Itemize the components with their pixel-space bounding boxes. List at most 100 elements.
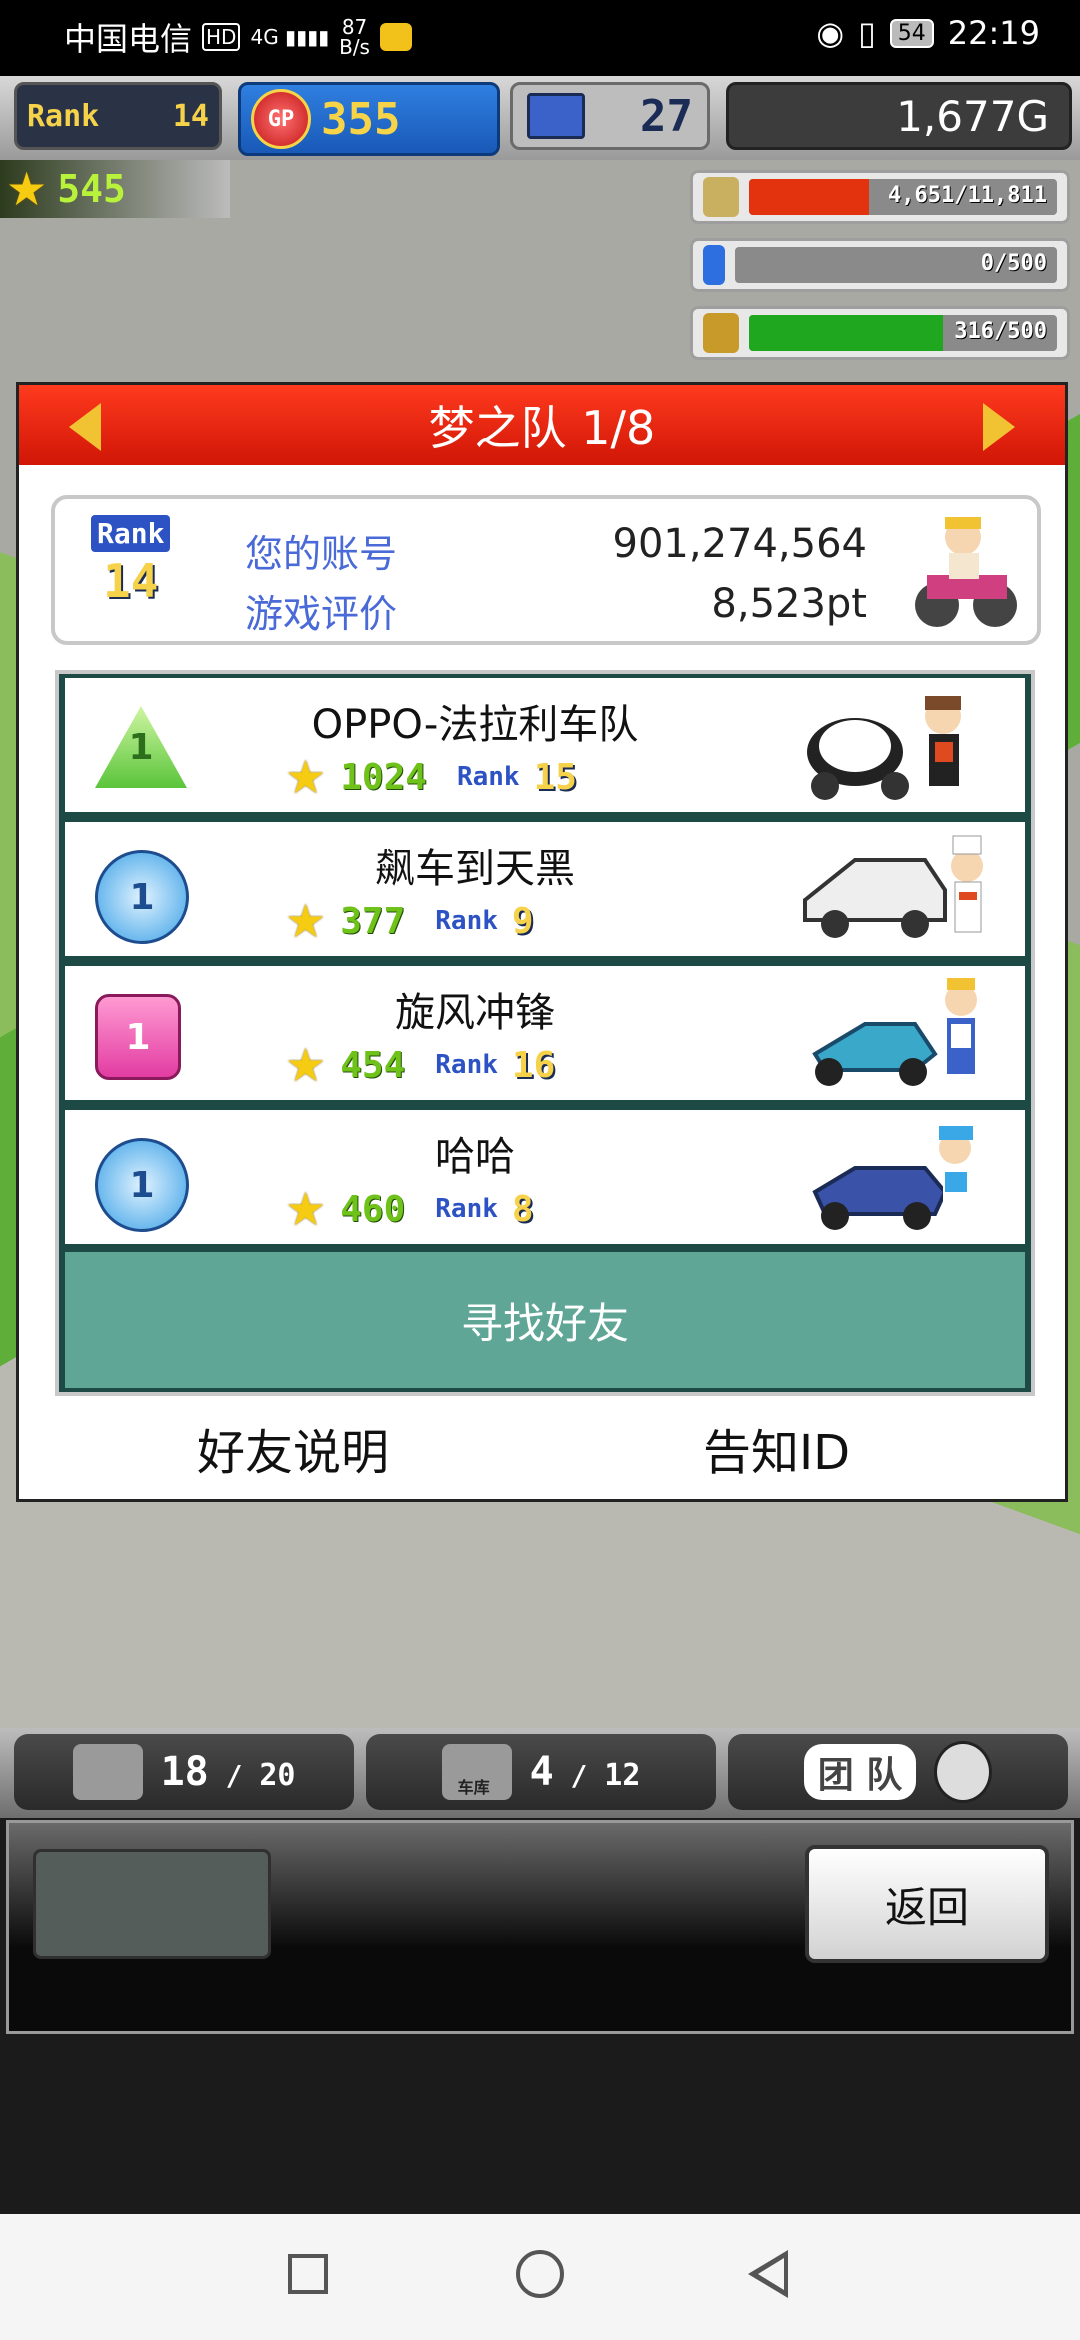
find-friend-button[interactable]: 寻找好友	[65, 1252, 1025, 1388]
home-icon[interactable]	[516, 2250, 564, 2298]
wheat-icon	[703, 313, 739, 353]
resource-coins: 4,651/11,811	[690, 170, 1070, 224]
gp-icon: GP	[251, 89, 311, 149]
money-value: 1,677G	[896, 91, 1049, 141]
stars-value: 545	[57, 167, 126, 211]
team-dialog: 梦之队 1/8 Rank 14 您的账号 901,274,564 游戏评价 8,…	[16, 382, 1068, 1502]
friend-row[interactable]: 1 旋风冲锋 ★ 454 Rank 16	[65, 966, 1025, 1100]
rating-value: 8,523pt	[711, 581, 867, 627]
friend-badge-icon: 1	[95, 706, 187, 788]
account-id-label: 您的账号	[245, 532, 398, 576]
bottom-panel: 返回	[6, 1820, 1074, 2034]
resource-bar: 4,651/11,811	[749, 179, 1057, 215]
account-rank-label: Rank	[91, 515, 171, 552]
friend-row[interactable]: 1 OPPO-法拉利车队 ★ 1024 Rank 15	[65, 678, 1025, 812]
next-page-arrow-icon[interactable]	[983, 403, 1015, 451]
system-nav-bar	[0, 2214, 1080, 2340]
team-label: 团 队	[803, 1744, 917, 1800]
crate-icon	[72, 1744, 143, 1800]
friend-badge-icon: 1	[95, 850, 189, 944]
vibrate-icon: ▯	[858, 14, 876, 52]
status-bar: 中国电信 HD 4G ▮▮▮▮ 87 B/s ◉ ▯ 54 22:19	[0, 0, 1080, 76]
account-rank: Rank 14	[91, 515, 171, 608]
resource-wheat: 316/500	[690, 306, 1070, 360]
resource-fuel: 0/500	[690, 238, 1070, 292]
friend-stats: ★ 454 Rank 16	[285, 1042, 555, 1088]
computer-counter[interactable]: 27	[510, 82, 710, 150]
dialog-title: 梦之队 1/8	[428, 401, 656, 455]
resource-fill	[749, 315, 944, 351]
gp-value: 355	[321, 93, 401, 145]
friend-stats: ★ 460 Rank 8	[285, 1186, 534, 1232]
clock: 22:19	[947, 14, 1040, 52]
tab-team[interactable]: 团 队	[728, 1734, 1068, 1810]
star-icon: ★	[285, 1038, 327, 1092]
garage-max-value: 20	[259, 1758, 296, 1793]
friend-row[interactable]: 1 哈哈 ★ 460 Rank 8	[65, 1110, 1025, 1244]
signal-label: 4G	[250, 25, 279, 49]
friend-rank: 15	[533, 756, 577, 798]
player-avatar-icon	[915, 517, 1017, 627]
fuel-bottle-icon	[703, 245, 725, 285]
car-count-value: 4	[529, 1749, 554, 1795]
coin-stack-icon	[703, 177, 739, 217]
account-card: Rank 14 您的账号 901,274,564 游戏评价 8,523pt	[51, 495, 1041, 645]
friend-stats: ★ 377 Rank 9	[285, 898, 534, 944]
back-button[interactable]: 返回	[805, 1845, 1049, 1963]
player-rank[interactable]: Rank 14	[14, 82, 222, 150]
white-sedan-icon	[803, 835, 983, 938]
tab-garage-slots[interactable]: 18 / 20	[14, 1734, 354, 1810]
signal-icon: 4G ▮▮▮▮	[250, 25, 330, 49]
friend-rank: 9	[511, 900, 534, 942]
rating-label: 游戏评价	[245, 592, 398, 636]
car-garage-caption: 车库	[457, 1778, 490, 1797]
resource-text: 316/500	[954, 319, 1047, 344]
dialog-footer: 好友说明 告知ID	[19, 1413, 1065, 1493]
friend-help-link[interactable]: 好友说明	[197, 1413, 389, 1483]
friend-rank: 8	[511, 1188, 534, 1230]
empty-slot-button[interactable]	[33, 1849, 271, 1959]
money-counter: 1,677G	[726, 82, 1072, 150]
friend-name: 哈哈	[435, 1134, 515, 1180]
resource-text: 4,651/11,811	[888, 183, 1047, 208]
friend-name: 旋风冲锋	[395, 990, 555, 1036]
garage-count-value: 18	[160, 1749, 209, 1795]
status-right: ◉ ▯ 54 22:19	[816, 14, 1040, 52]
rank-label: Rank	[27, 98, 100, 134]
computer-icon	[527, 93, 585, 139]
back-nav-icon[interactable]	[748, 2250, 788, 2298]
network-speed: 87 B/s	[339, 17, 370, 57]
friend-rank-label: Rank	[435, 1050, 498, 1080]
prev-page-arrow-icon[interactable]	[69, 403, 101, 451]
notify-id-link[interactable]: 告知ID	[703, 1413, 850, 1483]
resource-text: 0/500	[980, 251, 1047, 276]
app-notification-icon	[379, 23, 412, 51]
friend-badge-icon: 1	[95, 1138, 189, 1232]
hd-icon: HD	[202, 23, 241, 51]
car-max-value: 12	[604, 1758, 641, 1793]
account-rank-value: 14	[103, 554, 159, 608]
panda-car-icon	[807, 696, 961, 800]
star-icon: ★	[285, 750, 327, 804]
car-count: 4 / 12	[529, 1749, 641, 1795]
resource-fill	[749, 179, 870, 215]
eye-icon: ◉	[816, 14, 845, 52]
friend-name: 飙车到天黑	[375, 846, 575, 892]
tab-cars[interactable]: 车库 4 / 12	[366, 1734, 716, 1810]
battery-icon: 54	[889, 18, 934, 48]
friend-rank: 16	[511, 1044, 556, 1086]
friend-stars: 1024	[340, 756, 427, 798]
friend-row[interactable]: 1 飙车到天黑 ★ 377 Rank 9	[65, 822, 1025, 956]
recent-apps-icon[interactable]	[288, 2254, 328, 2294]
friend-name: OPPO-法拉利车队	[311, 702, 639, 748]
computer-value: 27	[640, 90, 693, 142]
car-garage-icon: 车库	[441, 1744, 512, 1800]
resource-bar: 316/500	[749, 315, 1057, 351]
friend-stars: 460	[340, 1188, 406, 1230]
gp-counter[interactable]: GP 355	[238, 82, 500, 156]
rank-value: 14	[172, 98, 209, 134]
blue-convertible-icon	[812, 1126, 973, 1230]
account-id-value: 901,274,564	[612, 521, 867, 567]
blank-area	[0, 2034, 1080, 2214]
resource-bar: 0/500	[735, 247, 1057, 283]
